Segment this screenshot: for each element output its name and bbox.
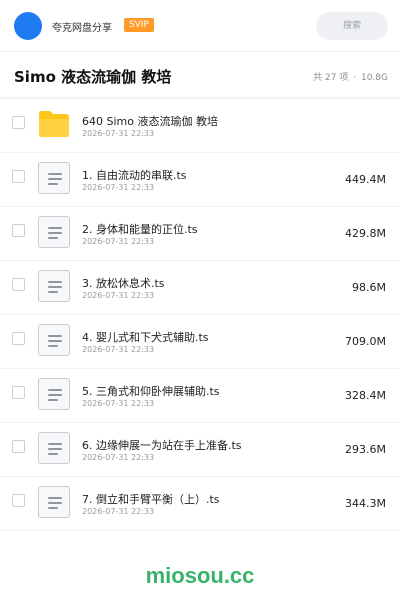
document-icon — [38, 162, 70, 194]
file-name: 640 Simo 液态流瑜伽 教培 — [82, 115, 218, 128]
file-size: 344.3M — [345, 497, 386, 510]
list-item[interactable]: 7. 倒立和手臂平衡（上）.ts 2026-07-31 22:33 344.3M — [0, 477, 400, 531]
file-name: 7. 倒立和手臂平衡（上）.ts — [82, 493, 220, 506]
select-checkbox[interactable] — [12, 278, 25, 291]
svip-badge: SVIP — [124, 18, 154, 32]
file-date: 2026-07-31 22:33 — [82, 183, 155, 192]
select-checkbox[interactable] — [12, 224, 25, 237]
watermark-text: miosou.cc — [145, 563, 255, 588]
folder-meta: 共 27 项 · 10.8G — [311, 70, 388, 83]
total-size: 10.8G — [360, 73, 388, 83]
page-title: Simo 液态流瑜伽 教培 — [14, 68, 172, 86]
file-size: 98.6M — [352, 281, 386, 294]
document-icon — [38, 324, 70, 356]
list-item[interactable]: 5. 三角式和仰卧伸展辅助.ts 2026-07-31 22:33 328.4M — [0, 369, 400, 423]
select-checkbox[interactable] — [12, 494, 25, 507]
file-name: 5. 三角式和仰卧伸展辅助.ts — [82, 385, 220, 398]
list-item[interactable]: 2. 身体和能量的正位.ts 2026-07-31 22:33 429.8M — [0, 207, 400, 261]
avatar[interactable] — [14, 12, 42, 40]
file-date: 2026-07-31 22:33 — [82, 345, 155, 354]
item-count: 共 27 项 — [313, 73, 349, 83]
file-name: 4. 婴儿式和下犬式辅助.ts — [82, 331, 209, 344]
list-item[interactable]: 3. 放松休息术.ts 2026-07-31 22:33 98.6M — [0, 261, 400, 315]
file-list: 640 Simo 液态流瑜伽 教培 2026-07-31 22:33 1. 自由… — [0, 99, 400, 531]
file-date: 2026-07-31 22:33 — [82, 237, 155, 246]
share-page: 夸克网盘分享 SVIP 搜索 Simo 液态流瑜伽 教培 共 27 项 · 10… — [0, 0, 400, 600]
file-name: 2. 身体和能量的正位.ts — [82, 223, 198, 236]
file-name: 1. 自由流动的串联.ts — [82, 169, 187, 182]
file-date: 2026-07-31 22:33 — [82, 399, 155, 408]
folder-icon — [38, 108, 70, 140]
document-icon — [38, 216, 70, 248]
file-size: 429.8M — [345, 227, 386, 240]
list-item[interactable]: 640 Simo 液态流瑜伽 教培 2026-07-31 22:33 — [0, 99, 400, 153]
list-item[interactable]: 6. 边缘伸展一为站在手上准备.ts 2026-07-31 22:33 293.… — [0, 423, 400, 477]
file-name: 6. 边缘伸展一为站在手上准备.ts — [82, 439, 242, 452]
document-icon — [38, 270, 70, 302]
file-date: 2026-07-31 22:33 — [82, 291, 155, 300]
file-date: 2026-07-31 22:33 — [82, 129, 155, 138]
select-checkbox[interactable] — [12, 386, 25, 399]
select-checkbox[interactable] — [12, 170, 25, 183]
list-item[interactable]: 1. 自由流动的串联.ts 2026-07-31 22:33 449.4M — [0, 153, 400, 207]
meta-separator: · — [353, 73, 357, 83]
file-size: 328.4M — [345, 389, 386, 402]
file-date: 2026-07-31 22:33 — [82, 507, 155, 516]
file-size: 449.4M — [345, 173, 386, 186]
document-icon — [38, 378, 70, 410]
file-date: 2026-07-31 22:33 — [82, 453, 155, 462]
select-checkbox[interactable] — [12, 332, 25, 345]
file-size: 293.6M — [345, 443, 386, 456]
brand-name: 夸克网盘分享 — [52, 23, 112, 34]
search-button[interactable]: 搜索 — [316, 12, 388, 40]
select-checkbox[interactable] — [12, 116, 25, 129]
title-bar: Simo 液态流瑜伽 教培 共 27 项 · 10.8G — [0, 52, 400, 98]
select-checkbox[interactable] — [12, 440, 25, 453]
file-name: 3. 放松休息术.ts — [82, 277, 165, 290]
file-size: 709.0M — [345, 335, 386, 348]
document-icon — [38, 432, 70, 464]
top-bar: 夸克网盘分享 SVIP 搜索 — [0, 0, 400, 52]
document-icon — [38, 486, 70, 518]
list-item[interactable]: 4. 婴儿式和下犬式辅助.ts 2026-07-31 22:33 709.0M — [0, 315, 400, 369]
